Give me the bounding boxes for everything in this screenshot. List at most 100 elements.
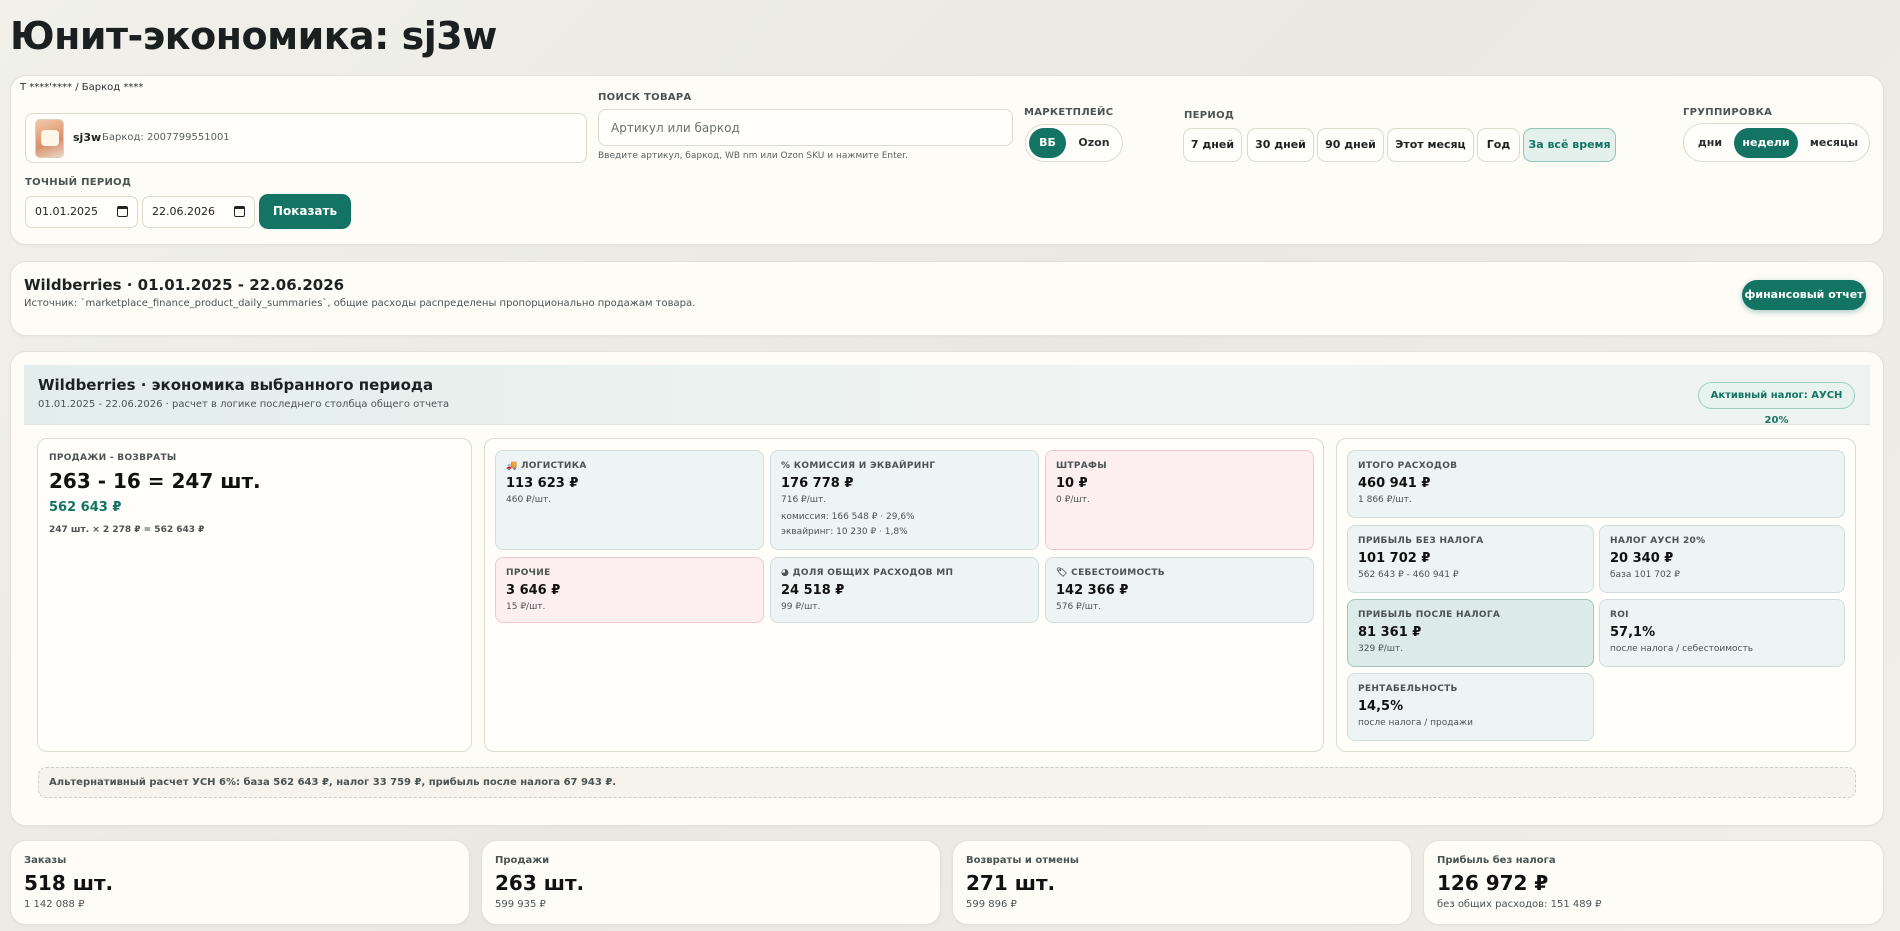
- expense-per-unit: 15 ₽/шт.: [506, 602, 546, 612]
- show-button[interactable]: Показать: [259, 194, 351, 229]
- tax-value: 20 340 ₽: [1610, 551, 1674, 566]
- marketplace-option-ozon[interactable]: Ozon: [1070, 128, 1118, 158]
- marketplace-option-wb[interactable]: ВБ: [1029, 128, 1066, 158]
- grouping-label: ГРУППИРОВКА: [1683, 107, 1773, 118]
- stat-orders: Заказы 518 шт. 1 142 088 ₽: [10, 840, 470, 925]
- profit-pre-tax-note: 562 643 ₽ - 460 941 ₽: [1358, 570, 1459, 580]
- expense-value: 24 518 ₽: [781, 583, 845, 598]
- marketplace-toggle: ВБ Ozon: [1025, 124, 1123, 162]
- expense-other: ПРОЧИЕ 3 646 ₽ 15 ₽/шт.: [495, 557, 764, 623]
- alternative-calculation: Альтернативный расчет УСН 6%: база 562 6…: [38, 767, 1856, 798]
- exact-period-label: ТОЧНЫЙ ПЕРИОД: [25, 177, 132, 188]
- period-all-time[interactable]: За всё время: [1523, 128, 1616, 162]
- expense-mp-share: ◕ ДОЛЯ ОБЩИХ РАСХОДОВ МП 24 518 ₽ 99 ₽/ш…: [770, 557, 1039, 623]
- stat-profit: Прибыль без налога 126 972 ₽ без общих р…: [1423, 840, 1884, 925]
- grouping-toggle: дни недели месяцы: [1683, 123, 1870, 162]
- tax-note: база 101 702 ₽: [1610, 570, 1681, 580]
- expense-cost: 🏷 СЕБЕСТОИМОСТЬ 142 366 ₽ 576 ₽/шт.: [1045, 557, 1314, 623]
- stat-label: Возвраты и отмены: [966, 855, 1079, 866]
- sales-amount: 562 643 ₽: [49, 500, 122, 515]
- roi-note: после налога / себестоимость: [1610, 644, 1754, 654]
- tag-icon: 🏷: [1056, 568, 1068, 578]
- expense-value: 10 ₽: [1056, 476, 1088, 491]
- period-90-days[interactable]: 90 дней: [1317, 128, 1384, 162]
- truck-icon: 🚚: [506, 461, 518, 471]
- calendar-icon[interactable]: [234, 206, 245, 217]
- expense-per-unit: 576 ₽/шт.: [1056, 602, 1102, 612]
- grouping-option-months[interactable]: месяцы: [1802, 128, 1866, 158]
- period-label: ПЕРИОД: [1184, 110, 1235, 121]
- sales-caption: ПРОДАЖИ - ВОЗВРАТЫ: [49, 453, 177, 463]
- total-expenses-per-unit: 1 866 ₽/шт.: [1358, 495, 1412, 505]
- expense-per-unit: 99 ₽/шт.: [781, 602, 821, 612]
- stat-sub: без общих расходов: 151 489 ₽: [1437, 899, 1602, 910]
- expense-per-unit: 716 ₽/шт.: [781, 495, 827, 505]
- period-30-days[interactable]: 30 дней: [1247, 128, 1314, 162]
- acquiring-detail: эквайринг: 10 230 ₽ · 1,8%: [781, 527, 908, 537]
- stat-sub: 1 142 088 ₽: [24, 899, 85, 910]
- calendar-icon[interactable]: [117, 206, 128, 217]
- stat-value: 271 шт.: [966, 871, 1056, 895]
- info-source: Источник: `marketplace_finance_product_d…: [24, 298, 696, 309]
- summary-panel: ИТОГО РАСХОДОВ 460 941 ₽ 1 866 ₽/шт. ПРИ…: [1336, 438, 1856, 752]
- date-from-input[interactable]: 01.01.2025: [25, 196, 138, 228]
- financial-report-button[interactable]: финансовый отчет: [1742, 280, 1866, 310]
- date-to-input[interactable]: 22.06.2026: [142, 196, 255, 228]
- grouping-option-days[interactable]: дни: [1689, 128, 1731, 158]
- search-hint: Введите артикул, баркод, WB nm или Ozon …: [598, 151, 908, 161]
- expense-value: 142 366 ₽: [1056, 583, 1129, 598]
- period-year[interactable]: Год: [1477, 128, 1520, 162]
- margin-note: после налога / продажи: [1358, 718, 1473, 728]
- breadcrumb: Т ****'**** / Баркод ****: [20, 82, 144, 93]
- margin-value: 14,5%: [1358, 699, 1404, 714]
- percent-icon: %: [781, 461, 791, 471]
- product-name: sj3w: [73, 131, 102, 144]
- tax-amount: НАЛОГ АУСН 20% 20 340 ₽ база 101 702 ₽: [1599, 525, 1845, 593]
- sales-panel: ПРОДАЖИ - ВОЗВРАТЫ 263 - 16 = 247 шт. 56…: [37, 438, 472, 752]
- tax-badge: Активный налог: АУСН 20%: [1698, 382, 1855, 426]
- period-this-month[interactable]: Этот месяц: [1387, 128, 1474, 162]
- grouping-option-weeks[interactable]: недели: [1734, 128, 1798, 158]
- expense-per-unit: 460 ₽/шт.: [506, 495, 552, 505]
- date-to-value: 22.06.2026: [152, 205, 215, 218]
- stat-label: Прибыль без налога: [1437, 855, 1556, 866]
- stat-sub: 599 935 ₽: [495, 899, 546, 910]
- roi: ROI 57,1% после налога / себестоимость: [1599, 599, 1845, 667]
- roi-value: 57,1%: [1610, 625, 1656, 640]
- product-thumbnail: [35, 119, 64, 158]
- product-barcode: Баркод: 2007799551001: [102, 132, 230, 143]
- expense-value: 3 646 ₽: [506, 583, 561, 598]
- expense-logistics: 🚚 ЛОГИСТИКА 113 623 ₽ 460 ₽/шт.: [495, 450, 764, 550]
- stat-label: Продажи: [495, 855, 550, 866]
- search-input[interactable]: [598, 109, 1013, 146]
- profit-pre-tax: ПРИБЫЛЬ БЕЗ НАЛОГА 101 702 ₽ 562 643 ₽ -…: [1347, 525, 1594, 593]
- page-title: Юнит-экономика: sj3w: [10, 14, 497, 58]
- total-expenses: ИТОГО РАСХОДОВ 460 941 ₽ 1 866 ₽/шт.: [1347, 450, 1845, 518]
- economics-header: [24, 365, 1870, 425]
- sales-detail: 247 шт. × 2 278 ₽ = 562 643 ₽: [49, 525, 205, 535]
- stat-value: 518 шт.: [24, 871, 114, 895]
- profit-after-tax: ПРИБЫЛЬ ПОСЛЕ НАЛОГА 81 361 ₽ 329 ₽/шт.: [1347, 599, 1594, 667]
- search-label: ПОИСК ТОВАРА: [598, 92, 692, 103]
- expense-value: 113 623 ₽: [506, 476, 579, 491]
- sales-formula: 263 - 16 = 247 шт.: [49, 469, 261, 493]
- info-title: Wildberries · 01.01.2025 - 22.06.2026: [24, 276, 345, 294]
- selected-product[interactable]: sj3w Баркод: 2007799551001: [25, 113, 587, 163]
- commission-detail: комиссия: 166 548 ₽ · 29,6%: [781, 512, 915, 522]
- profit-after-tax-value: 81 361 ₽: [1358, 625, 1422, 640]
- expense-fines: ШТРАФЫ 10 ₽ 0 ₽/шт.: [1045, 450, 1314, 550]
- stat-label: Заказы: [24, 855, 67, 866]
- stat-sub: 599 896 ₽: [966, 899, 1017, 910]
- margin: РЕНТАБЕЛЬНОСТЬ 14,5% после налога / прод…: [1347, 673, 1594, 741]
- period-7-days[interactable]: 7 дней: [1183, 128, 1242, 162]
- profit-pre-tax-value: 101 702 ₽: [1358, 551, 1431, 566]
- expense-value: 176 778 ₽: [781, 476, 854, 491]
- marketplace-label: МАРКЕТПЛЕЙС: [1024, 107, 1114, 118]
- economics-subtitle: 01.01.2025 - 22.06.2026 · расчет в логик…: [38, 399, 450, 410]
- stat-value: 263 шт.: [495, 871, 585, 895]
- profit-after-tax-note: 329 ₽/шт.: [1358, 644, 1404, 654]
- stat-returns: Возвраты и отмены 271 шт. 599 896 ₽: [952, 840, 1412, 925]
- total-expenses-value: 460 941 ₽: [1358, 476, 1431, 491]
- expense-commission: % КОМИССИЯ И ЭКВАЙРИНГ 176 778 ₽ 716 ₽/ш…: [770, 450, 1039, 550]
- expense-per-unit: 0 ₽/шт.: [1056, 495, 1090, 505]
